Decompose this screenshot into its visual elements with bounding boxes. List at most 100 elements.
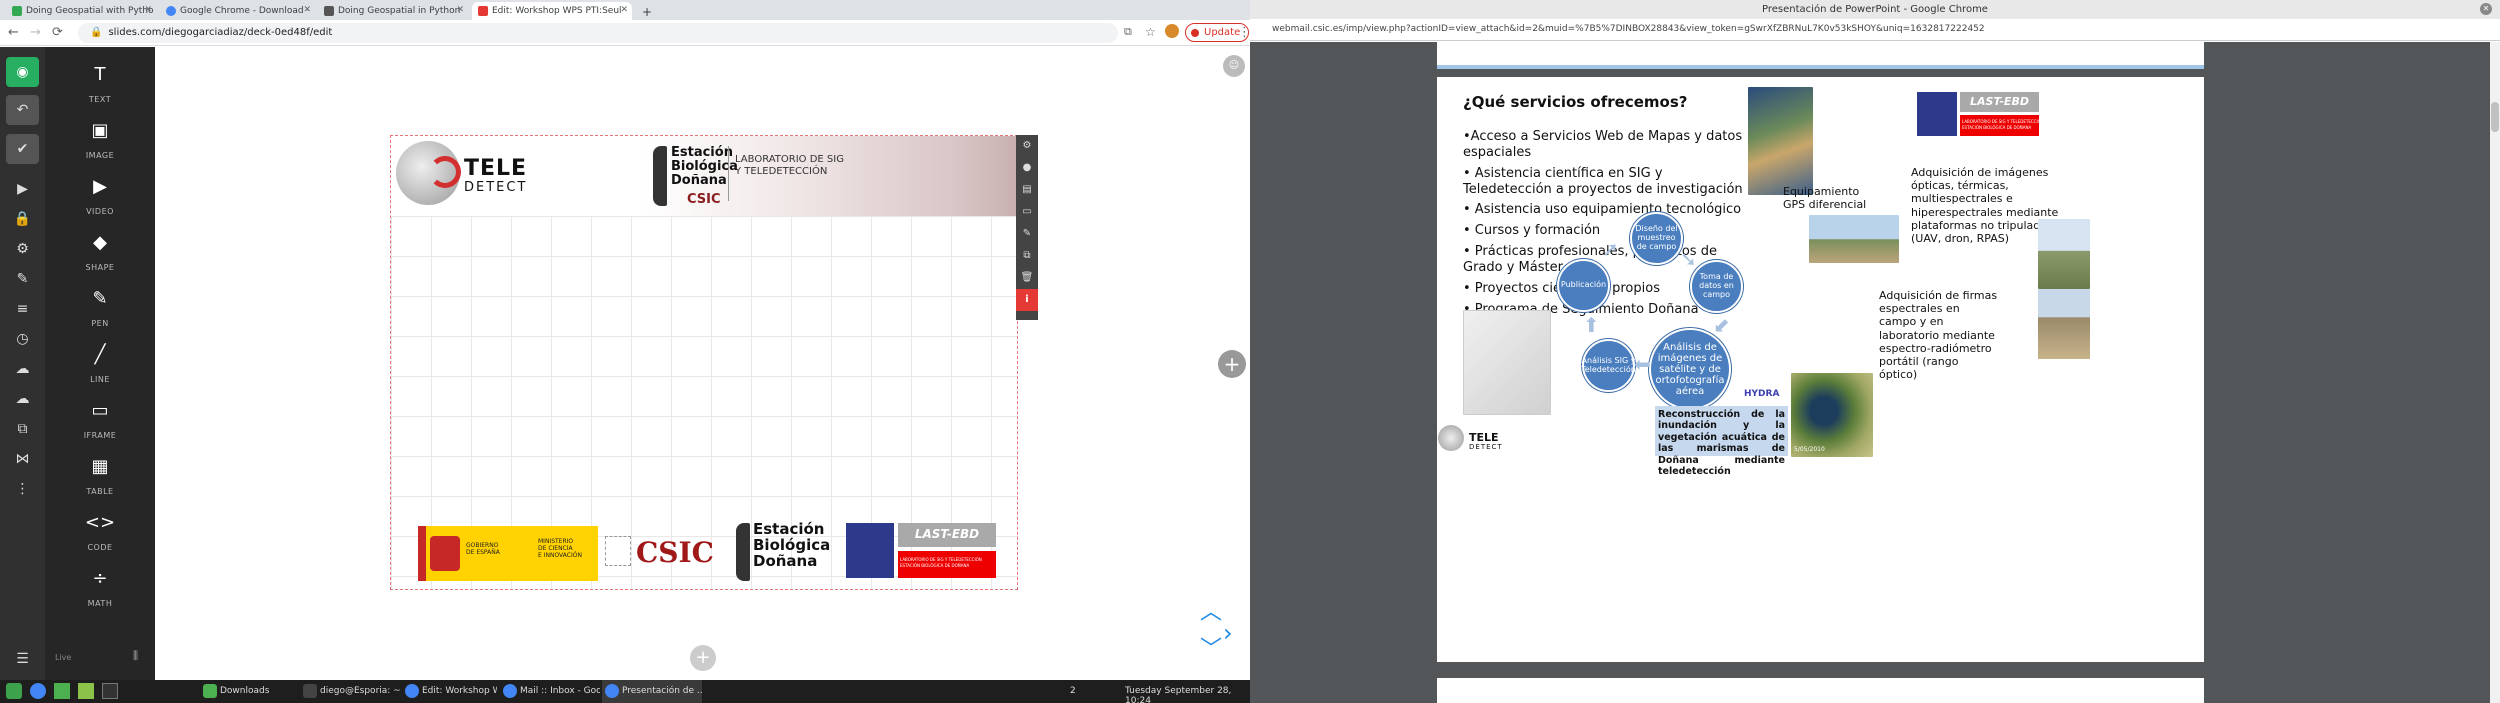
tool-code[interactable]: <> CODE xyxy=(45,505,155,557)
teledetect-title: TELE xyxy=(464,156,528,181)
cycle-arrow-icon: ⬋ xyxy=(1713,313,1730,337)
info-icon[interactable]: i xyxy=(1016,289,1038,311)
tab-doing-geospatial-2[interactable]: Doing Geospatial in Python ✕ xyxy=(318,2,468,20)
cycle-step-toma: Toma de datos en campo xyxy=(1690,260,1743,313)
terminal-launcher-icon[interactable] xyxy=(102,683,118,699)
close-tab-icon[interactable]: ✕ xyxy=(144,5,152,15)
tool-image[interactable]: ▣ IMAGE xyxy=(45,113,155,165)
chrome-launcher-icon[interactable] xyxy=(30,683,46,699)
taskbar-presentacion[interactable]: Presentación de ... xyxy=(602,680,702,703)
gear-icon[interactable]: ⚙ xyxy=(1016,135,1038,157)
menu-icon[interactable]: ⋮ xyxy=(1238,25,1250,40)
scrollbar-thumb[interactable] xyxy=(2491,102,2499,132)
iframe-icon: ▭ xyxy=(91,400,109,421)
tool-iframe[interactable]: ▭ IFRAME xyxy=(45,393,155,445)
reload-button[interactable]: ⟳ xyxy=(52,25,63,40)
video-icon: ▶ xyxy=(93,176,107,197)
layout-icon[interactable]: ▤ xyxy=(1016,179,1038,201)
back-button[interactable]: ← xyxy=(8,25,19,40)
translate-icon[interactable]: ⧉ xyxy=(1124,25,1132,39)
chrome-icon xyxy=(503,684,517,698)
scrollbar[interactable] xyxy=(2490,42,2500,703)
add-slide-below-button[interactable]: + xyxy=(690,645,716,671)
share-icon[interactable]: ⋈ xyxy=(6,444,39,474)
close-tab-icon[interactable]: ✕ xyxy=(620,5,628,15)
image-icon: ▣ xyxy=(91,120,109,141)
copy-icon[interactable]: ⧉ xyxy=(1016,245,1038,267)
taskbar-edit-workshop[interactable]: Edit: Workshop W... xyxy=(402,680,497,703)
clock: Tuesday September 28, 10:24 xyxy=(1125,686,1232,703)
forward-button[interactable]: → xyxy=(30,25,41,40)
profile-avatar[interactable] xyxy=(1165,24,1179,38)
brush-icon[interactable]: ✎ xyxy=(1016,223,1038,245)
collaborators-icon[interactable]: ☺ xyxy=(1223,55,1245,77)
cloud-download-icon[interactable]: ☁ xyxy=(6,384,39,414)
spectroradiometer-photo xyxy=(2038,289,2090,359)
cloud-upload-icon[interactable]: ☁ xyxy=(6,354,39,384)
tab-edit-workshop[interactable]: Edit: Workshop WPS PTI:Seul ✕ xyxy=(472,2,632,20)
taskbar-downloads[interactable]: Downloads xyxy=(200,680,295,703)
window-title: Presentación de PowerPoint - Google Chro… xyxy=(1250,0,2500,19)
close-window-icon[interactable]: ✕ xyxy=(2480,3,2492,15)
settings-sliders-icon[interactable]: ⫼ xyxy=(133,649,138,663)
tool-line[interactable]: ╱ LINE xyxy=(45,337,155,389)
text-icon: T xyxy=(94,64,106,85)
preview-eye-icon[interactable]: ◉ xyxy=(6,57,39,87)
teledetect-globe-logo xyxy=(1438,425,1464,451)
ppt-slide: ¿Qué servicios ofrecemos? •Acceso a Serv… xyxy=(1437,77,2204,662)
bubble-icon[interactable]: ● xyxy=(1016,157,1038,179)
csic-emblem xyxy=(605,536,631,566)
csic-header-label: CSIC xyxy=(687,192,721,207)
taskbar-mail[interactable]: Mail :: Inbox - Goo... xyxy=(500,680,600,703)
tool-video[interactable]: ▶ VIDEO xyxy=(45,169,155,221)
teledetect-subtitle: DETECT xyxy=(464,180,528,195)
tab-doing-geospatial-1[interactable]: Doing Geospatial with Pytho ✕ xyxy=(6,2,156,20)
workspace-indicator[interactable]: 2 xyxy=(1070,686,1076,696)
tool-table[interactable]: ▦ TABLE xyxy=(45,449,155,501)
taskbar-terminal[interactable]: diego@Esporia: ~... xyxy=(300,680,400,703)
lock-icon: 🔒 xyxy=(90,27,103,38)
copy-icon[interactable]: ⧉ xyxy=(6,414,39,444)
gear-icon[interactable]: ⚙ xyxy=(6,234,39,264)
ebd-footer-name: Estación Biológica Doñana xyxy=(753,520,831,570)
brush-icon[interactable]: ✎ xyxy=(6,264,39,294)
undo-icon[interactable]: ↶ xyxy=(6,95,39,125)
add-slide-right-button[interactable]: + xyxy=(1218,350,1246,378)
slide-canvas[interactable]: TELE DETECT Estación Biológica Doñana CS… xyxy=(390,135,1018,590)
history-icon[interactable]: ◷ xyxy=(6,324,39,354)
trash-icon[interactable]: 🗑 xyxy=(1016,267,1038,289)
tool-shape[interactable]: ◆ SHAPE xyxy=(45,225,155,277)
notes-icon[interactable]: ▭ xyxy=(1016,201,1038,223)
live-label: Live xyxy=(55,653,72,662)
close-tab-icon[interactable]: ✕ xyxy=(456,5,464,15)
nav-down-arrow-icon[interactable]: ﹀ xyxy=(1200,639,1222,661)
nav-right-arrow-icon[interactable]: › xyxy=(1223,619,1233,647)
header-divider xyxy=(728,146,729,201)
cycle-step-diseno: Diseño del muestreo de campo xyxy=(1630,212,1683,265)
pen-icon: ✎ xyxy=(92,288,108,309)
list-icon[interactable]: ☰ xyxy=(6,644,39,674)
new-tab-button[interactable]: + xyxy=(636,2,656,20)
address-bar[interactable]: webmail.csic.es/imp/view.php?actionID=vi… xyxy=(1250,19,2500,41)
files-launcher-icon[interactable] xyxy=(54,683,70,699)
firmas-label: Adquisición de firmas espectrales en cam… xyxy=(1879,289,1998,382)
qgis-launcher-icon[interactable] xyxy=(78,683,94,699)
tool-math[interactable]: ÷ MATH xyxy=(45,561,155,613)
math-icon: ÷ xyxy=(92,568,108,589)
service-item: • Asistencia científica en SIG y Teledet… xyxy=(1463,165,1743,197)
more-icon[interactable]: ⋮ xyxy=(6,474,39,504)
gps-field-photo xyxy=(1809,215,1899,263)
bookmark-star-icon[interactable]: ☆ xyxy=(1145,25,1156,39)
close-tab-icon[interactable]: ✕ xyxy=(303,5,311,15)
play-icon[interactable]: ▶ xyxy=(6,174,39,204)
nav-up-arrow-icon[interactable]: ︿ xyxy=(1200,602,1222,624)
database-icon[interactable]: ≡ xyxy=(6,294,39,324)
check-icon[interactable]: ✔ xyxy=(6,134,39,164)
tab-chrome-download[interactable]: Google Chrome - Download · ✕ xyxy=(160,2,315,20)
tool-text[interactable]: T TEXT xyxy=(45,57,155,109)
address-bar[interactable]: 🔒 slides.com/diegogarciadiaz/deck-0ed48f/… xyxy=(78,23,1118,43)
tool-pen[interactable]: ✎ PEN xyxy=(45,281,155,333)
tab-strip: Doing Geospatial with Pytho ✕ Google Chro… xyxy=(0,0,1250,20)
menu-start-icon[interactable] xyxy=(6,683,22,699)
lock-icon[interactable]: 🔒 xyxy=(6,204,39,234)
